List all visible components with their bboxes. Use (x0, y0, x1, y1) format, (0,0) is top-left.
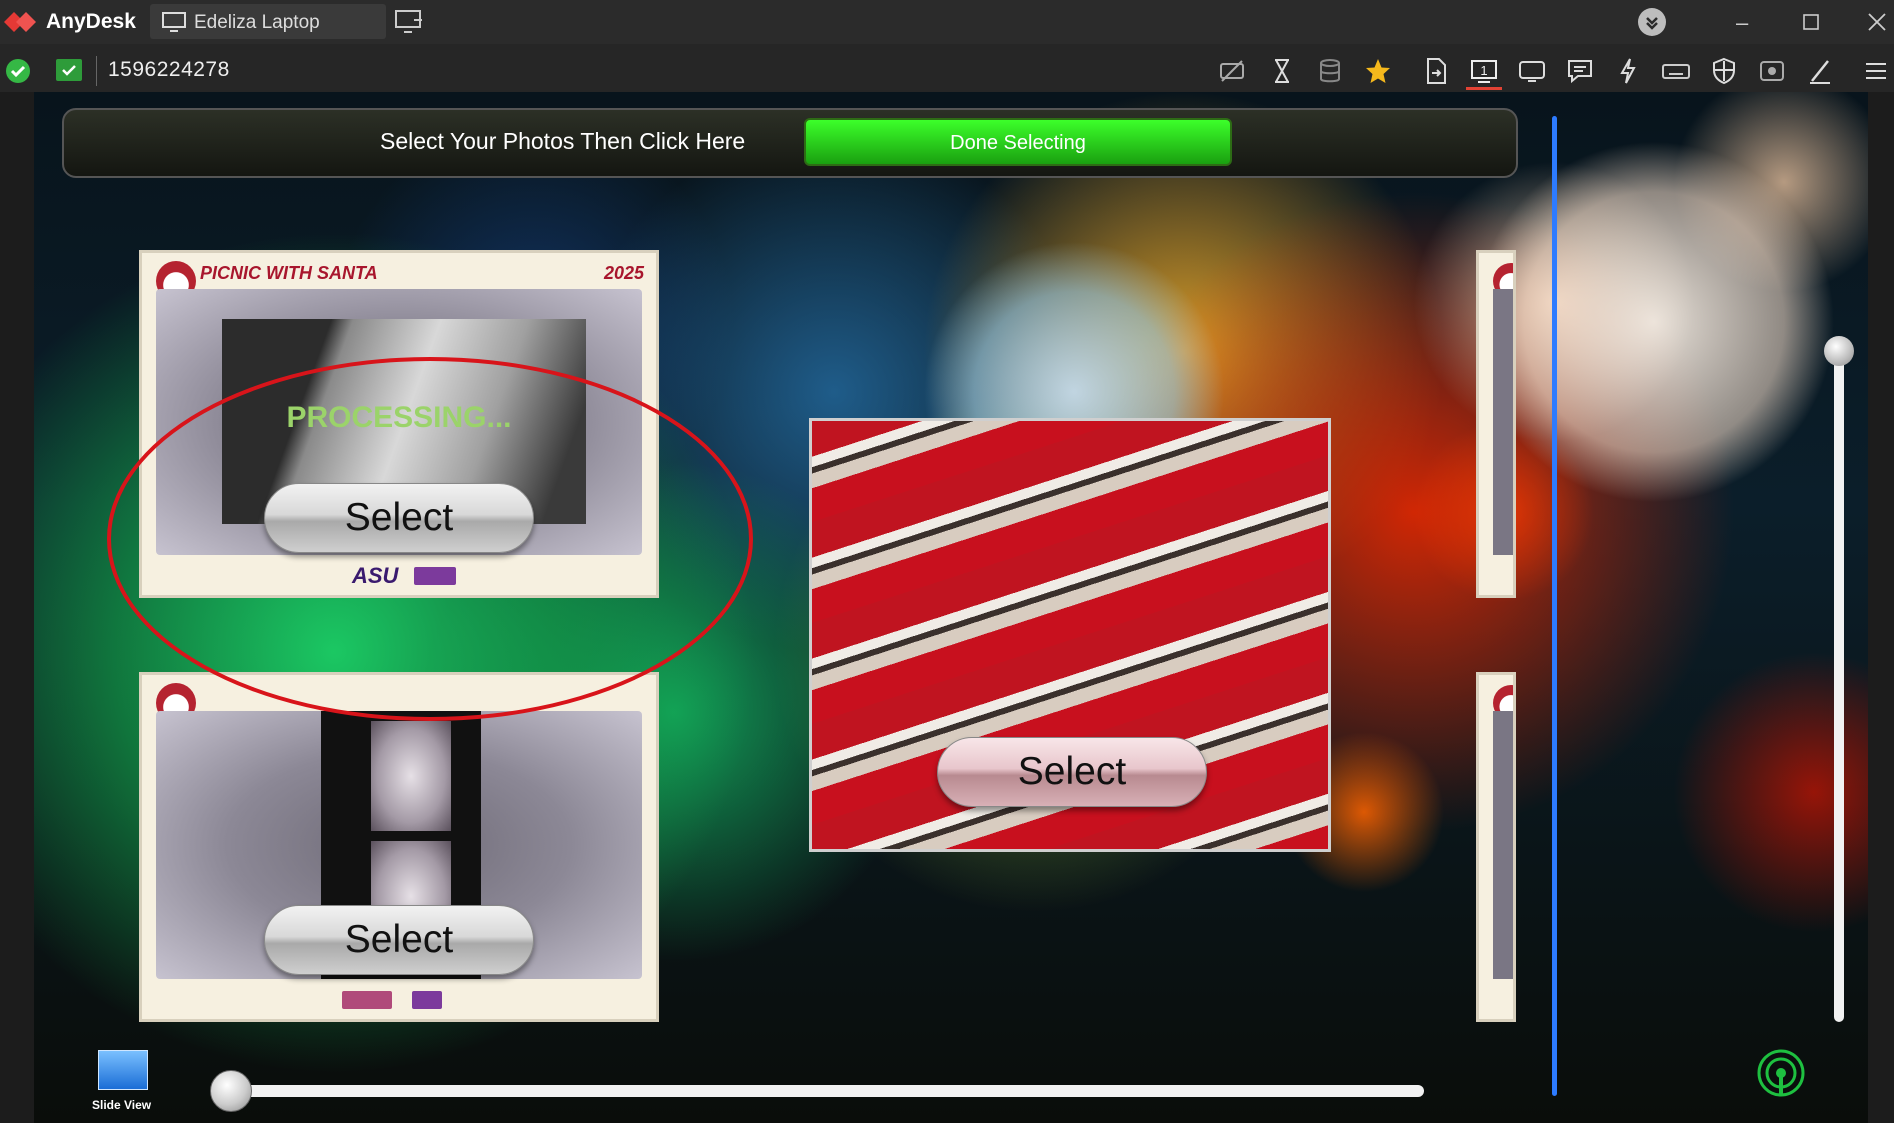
frame-footer-logo: ASU (352, 563, 399, 588)
photo-card-partial (1476, 250, 1516, 598)
anydesk-logo-icon (4, 12, 36, 32)
toolbar-separator (96, 56, 97, 86)
horizontal-slider-thumb[interactable] (210, 1070, 252, 1112)
photo-frame-header: PICNIC WITH SANTA 2025 (142, 253, 656, 301)
frame-year: 2025 (603, 263, 644, 283)
lightning-icon[interactable] (1612, 55, 1644, 87)
remote-id: 1596224278 (108, 58, 230, 81)
monitor-1-icon[interactable]: 1 (1468, 55, 1500, 87)
svg-text:1: 1 (1480, 63, 1487, 78)
frame-footer-badge (412, 991, 442, 1009)
connected-status-icon (6, 59, 30, 83)
active-monitor-indicator (1466, 87, 1502, 90)
photo-image (1493, 289, 1513, 555)
monitor-icon (162, 12, 186, 32)
session-toolbar (0, 44, 1894, 92)
new-session-icon[interactable] (395, 10, 423, 34)
frame-footer-badge (342, 991, 392, 1009)
slide-view-icon[interactable] (98, 1050, 148, 1090)
done-selecting-button[interactable]: Done Selecting (804, 118, 1232, 166)
vertical-slider-track[interactable] (1834, 342, 1844, 1022)
photo-card: PICNIC WITH SANTA 2025 PROCESSING... ASU… (139, 250, 659, 598)
instruction-text: Select Your Photos Then Click Here (380, 128, 746, 154)
remote-screen[interactable]: Select Your Photos Then Click Here Done … (34, 92, 1868, 1123)
app-name: AnyDesk (46, 10, 136, 33)
shield-icon[interactable] (1708, 55, 1740, 87)
tab-remote-session[interactable]: Edeliza Laptop (150, 4, 386, 39)
panel-divider (1552, 116, 1557, 1096)
menu-icon[interactable] (1860, 55, 1892, 87)
tab-label: Edeliza Laptop (194, 12, 320, 33)
privacy-icon[interactable] (1216, 55, 1248, 87)
photo-selection-bar: Select Your Photos Then Click Here Done … (62, 108, 1518, 178)
photo-card-partial (1476, 672, 1516, 1022)
frame-footer-badge (414, 567, 456, 585)
title-bar: AnyDesk Edeliza Laptop – (0, 0, 1894, 44)
file-transfer-icon[interactable] (1420, 55, 1452, 87)
photo-frame-header (142, 675, 656, 723)
remote-monitor-icon[interactable] (56, 59, 82, 81)
photo-card: Select (139, 672, 659, 1022)
maximize-icon[interactable] (1803, 14, 1819, 30)
featured-photo: Select (809, 418, 1331, 852)
download-icon[interactable] (1638, 8, 1666, 36)
close-icon[interactable] (1868, 13, 1886, 31)
hourglass-icon[interactable] (1266, 55, 1298, 87)
pen-icon[interactable] (1804, 55, 1836, 87)
display-icon[interactable] (1516, 55, 1548, 87)
horizontal-slider-track[interactable] (224, 1085, 1424, 1097)
frame-title: PICNIC WITH SANTA (200, 263, 378, 283)
minimize-icon[interactable]: – (1736, 10, 1748, 36)
select-button[interactable]: Select (264, 483, 534, 553)
processing-label: PROCESSING... (286, 401, 512, 434)
strip-photo (371, 721, 451, 831)
database-icon[interactable] (1314, 55, 1346, 87)
select-button[interactable]: Select (937, 737, 1207, 807)
star-icon[interactable] (1362, 55, 1394, 87)
vertical-slider-thumb[interactable] (1824, 336, 1854, 366)
chat-icon[interactable] (1564, 55, 1596, 87)
record-icon[interactable] (1756, 55, 1788, 87)
signal-icon (1757, 1049, 1805, 1097)
select-button[interactable]: Select (264, 905, 534, 975)
slide-view-label[interactable]: Slide View (92, 1098, 151, 1112)
keyboard-icon[interactable] (1660, 55, 1692, 87)
photo-image (1493, 711, 1513, 979)
